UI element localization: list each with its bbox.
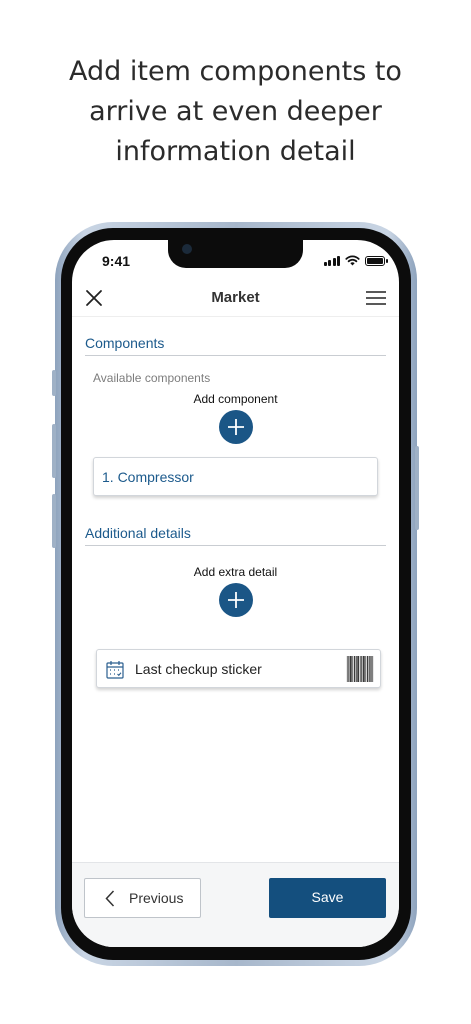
phone-screen: 9:41 Market Components Available compone…	[72, 240, 399, 947]
phone-side-button	[52, 370, 56, 396]
headline-line-2: arrive at even deeper	[89, 96, 382, 127]
page-title: Market	[211, 289, 260, 306]
component-item[interactable]: 1. Compressor	[93, 457, 378, 496]
save-button[interactable]: Save	[269, 878, 386, 918]
plus-icon	[228, 592, 244, 608]
component-item-label: 1. Compressor	[102, 469, 194, 485]
form-content: Components Available components Add comp…	[72, 316, 399, 862]
calendar-icon	[106, 661, 124, 679]
add-extra-detail-label: Add extra detail	[193, 565, 278, 579]
chevron-left-icon	[105, 890, 115, 907]
add-component-label: Add component	[193, 392, 278, 406]
previous-button-label: Previous	[129, 890, 184, 906]
components-section-title: Components	[85, 335, 165, 351]
barcode-thumbnail	[346, 656, 374, 682]
available-components-label: Available components	[93, 371, 211, 385]
detail-item-label: Last checkup sticker	[135, 661, 262, 677]
status-icons	[323, 255, 388, 266]
previous-button[interactable]: Previous	[84, 878, 201, 918]
section-divider	[85, 355, 386, 356]
phone-volume-down-button	[52, 494, 56, 548]
battery-icon	[365, 255, 388, 266]
section-divider	[85, 545, 386, 546]
add-extra-detail-button[interactable]	[219, 583, 253, 617]
status-time: 9:41	[102, 253, 131, 269]
detail-item[interactable]: Last checkup sticker	[96, 649, 381, 688]
headline-line-3: information detail	[115, 136, 356, 167]
save-button-label: Save	[311, 889, 344, 905]
footer-bar: Previous Save	[72, 862, 399, 947]
camera-icon	[182, 244, 192, 254]
phone-power-button	[415, 446, 419, 530]
cellular-signal-icon	[323, 255, 340, 266]
add-component-button[interactable]	[219, 410, 253, 444]
additional-details-section-title: Additional details	[85, 525, 191, 541]
headline-line-1: Add item components to	[69, 56, 402, 87]
notch	[168, 240, 303, 268]
nav-bar: Market	[72, 282, 399, 316]
hamburger-menu-icon[interactable]	[366, 290, 386, 306]
wifi-icon	[345, 255, 360, 266]
phone-volume-up-button	[52, 424, 56, 478]
headline: Add item components to arrive at even de…	[0, 52, 471, 172]
plus-icon	[228, 419, 244, 435]
